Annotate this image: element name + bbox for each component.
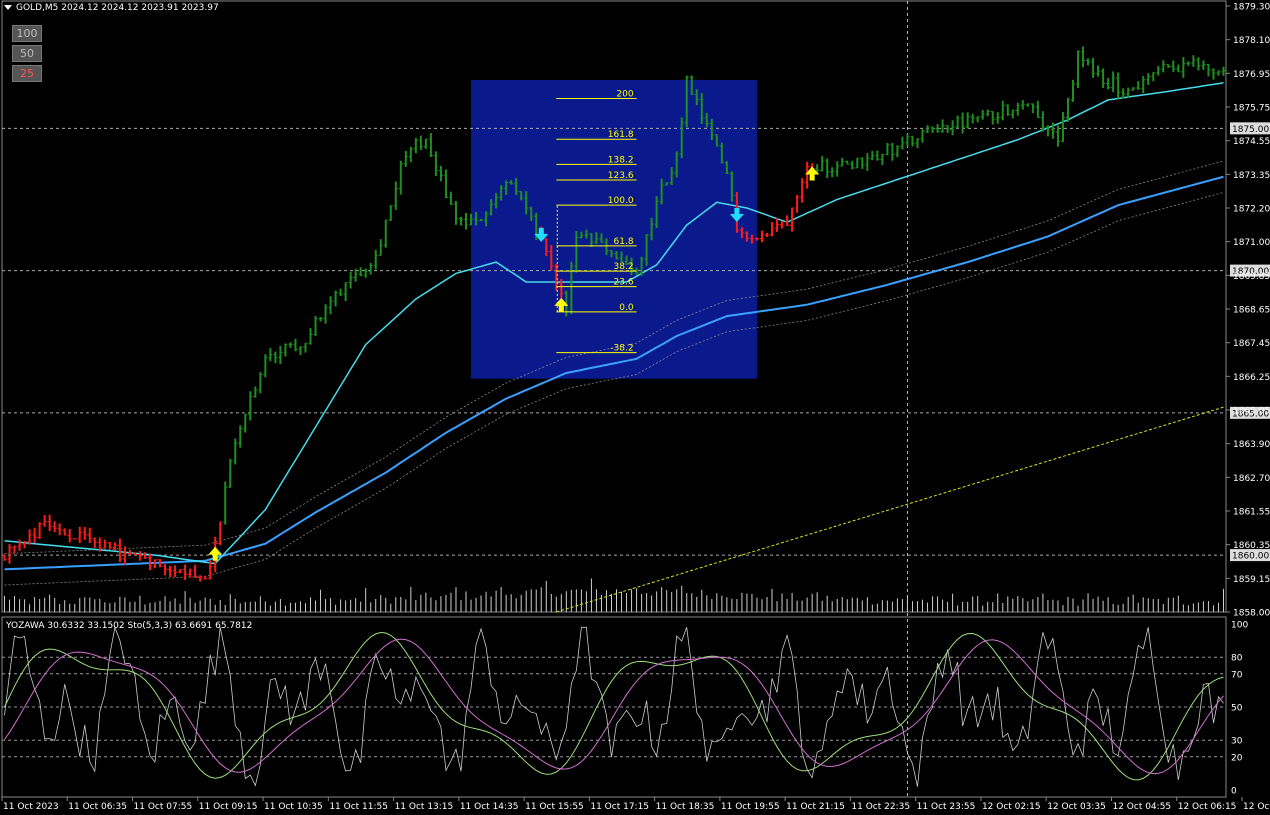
price-tick-label: 1865.05: [1233, 407, 1270, 417]
time-tick-label: 12 Oct 06:15: [1178, 802, 1237, 812]
time-tick-label: 11 Oct 07:55: [134, 802, 193, 812]
price-tick-label: 1876.95: [1233, 70, 1270, 80]
fibonacci-level-label: 200: [616, 89, 633, 99]
time-tick-label: 11 Oct 17:15: [590, 802, 649, 812]
indicator-tick-label: 70: [1231, 670, 1243, 680]
time-tick-label: 11 Oct 10:35: [264, 802, 323, 812]
price-tick-label: 1858.00: [1233, 609, 1270, 619]
time-tick-label: 11 Oct 11:55: [329, 802, 388, 812]
price-tick-label: 1869.85: [1233, 272, 1270, 282]
time-tick-label: 11 Oct 19:55: [721, 802, 780, 812]
zoom-50-button[interactable]: 50: [12, 45, 42, 62]
price-tick-label: 1871.00: [1233, 238, 1270, 248]
fibonacci-level-label: 0.0: [619, 303, 634, 313]
fibonacci-level-label: 23.6: [614, 278, 634, 288]
indicator-tick-label: 30: [1231, 737, 1243, 747]
fibonacci-level-label: 123.6: [608, 171, 634, 181]
menu-triangle-icon[interactable]: [4, 5, 12, 10]
price-tick-label: 1874.55: [1233, 137, 1270, 147]
time-tick-label: 12 Oct 04:55: [1112, 802, 1171, 812]
indicator-tick-label: 50: [1231, 704, 1243, 714]
time-tick-label: 11 Oct 15:55: [525, 802, 584, 812]
time-tick-label: 11 Oct 2023: [3, 802, 59, 812]
price-tick-label: 1867.45: [1233, 339, 1270, 349]
time-tick-label: 11 Oct 06:35: [68, 802, 127, 812]
time-tick-label: 11 Oct 09:15: [199, 802, 258, 812]
price-tick-label: 1872.20: [1233, 205, 1270, 215]
fibonacci-level-label: -38.2: [610, 344, 633, 354]
fibonacci-level-label: 61.8: [614, 237, 634, 247]
time-tick-label: 11 Oct 13:15: [395, 802, 454, 812]
time-tick-label: 12 Oct 07:35: [1243, 802, 1270, 812]
price-tick-label: 1868.65: [1233, 306, 1270, 316]
price-tick-label: 1863.90: [1233, 440, 1270, 450]
indicator-tick-label: 0: [1231, 787, 1237, 797]
price-tick-label: 1859.15: [1233, 575, 1270, 585]
indicator-tick-label: 100: [1231, 621, 1248, 631]
fibonacci-level-label: 38.2: [614, 262, 634, 272]
level-label: 1860.00: [1232, 552, 1269, 562]
price-tick-label: 1861.55: [1233, 508, 1270, 518]
chart-title: GOLD,M5 2024.12 2024.12 2023.91 2023.97: [4, 3, 219, 13]
fibonacci-box[interactable]: [471, 79, 757, 379]
fibonacci-level-label: 138.2: [608, 155, 634, 165]
indicator-tick-label: 20: [1231, 753, 1243, 763]
fibonacci-level-label: 100.0: [608, 196, 634, 206]
chart-title-text: GOLD,M5 2024.12 2024.12 2023.91 2023.97: [16, 3, 219, 13]
zoom-100-button[interactable]: 100: [12, 25, 42, 42]
fibonacci-level-label: 161.8: [608, 130, 634, 140]
time-tick-label: 11 Oct 21:15: [786, 802, 845, 812]
time-tick-label: 11 Oct 14:35: [460, 802, 519, 812]
price-tick-label: 1875.75: [1233, 104, 1270, 114]
stochastic-signal-line[interactable]: [4, 638, 1224, 775]
time-tick-label: 11 Oct 23:55: [917, 802, 976, 812]
price-tick-label: 1879.30: [1233, 3, 1270, 13]
chart-canvas[interactable]: 1875.001870.001865.001860.00200161.8138.…: [0, 0, 1270, 815]
indicator-title: YOZAWA 30.6332 33.1502 Sto(5,3,3) 63.669…: [6, 621, 253, 631]
price-tick-label: 1873.35: [1233, 171, 1270, 181]
time-tick-label: 12 Oct 03:35: [1047, 802, 1106, 812]
time-tick-label: 12 Oct 02:15: [982, 802, 1041, 812]
indicator-tick-label: 80: [1231, 654, 1243, 664]
time-tick-label: 11 Oct 18:35: [656, 802, 715, 812]
trend-line[interactable]: [556, 406, 1224, 613]
time-tick-label: 11 Oct 22:35: [851, 802, 910, 812]
price-tick-label: 1860.35: [1233, 541, 1270, 551]
stochastic-main-line[interactable]: [4, 631, 1224, 781]
price-tick-label: 1866.25: [1233, 373, 1270, 383]
zoom-25-button[interactable]: 25: [12, 65, 42, 82]
price-tick-label: 1862.70: [1233, 474, 1270, 484]
price-tick-label: 1878.10: [1233, 36, 1270, 46]
level-label: 1875.00: [1232, 125, 1269, 135]
